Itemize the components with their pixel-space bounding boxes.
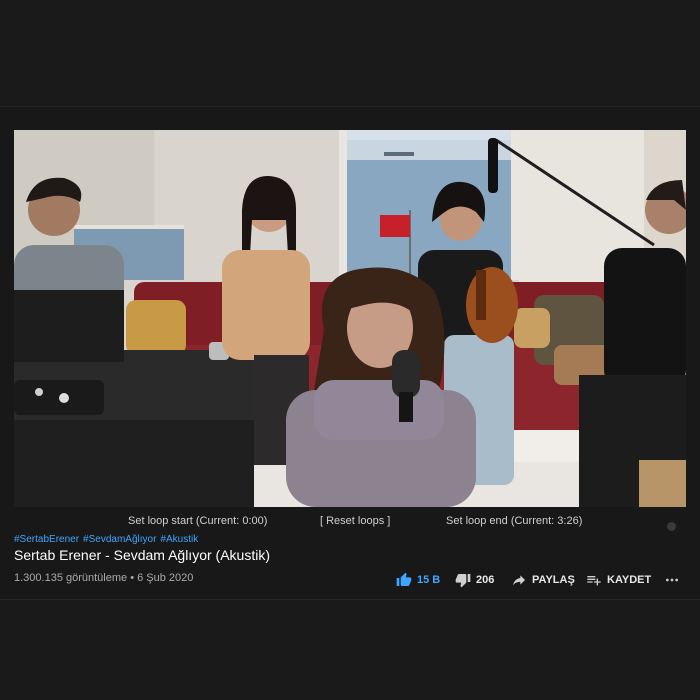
- share-arrow-icon: [513, 575, 525, 586]
- dislike-button[interactable]: 206: [455, 570, 494, 590]
- loop-indicator-dot: [667, 522, 676, 531]
- add-to-playlist-icon: [587, 576, 601, 586]
- hashtags: #SertabErener #SevdamAğlıyor #Akustik: [14, 534, 202, 545]
- upload-date: 6 Şub 2020: [137, 572, 194, 584]
- view-count-and-date: 1.300.135 görüntüleme • 6 Şub 2020: [14, 572, 194, 584]
- reset-loops-button[interactable]: [ Reset loops ]: [320, 515, 390, 527]
- like-button[interactable]: 15 B: [396, 570, 440, 590]
- view-count: 1.300.135 görüntüleme: [14, 572, 128, 584]
- save-button[interactable]: KAYDET: [586, 570, 651, 590]
- hashtag-link[interactable]: #SertabErener: [14, 534, 79, 545]
- more-horizontal-icon: [666, 578, 678, 582]
- share-button[interactable]: PAYLAŞ: [511, 570, 575, 590]
- thumbs-up-icon: [396, 572, 412, 586]
- loop-controls: Set loop start (Current: 0:00) [ Reset l…: [14, 512, 686, 532]
- like-count: 15 B: [417, 574, 441, 586]
- share-label: PAYLAŞ: [532, 574, 575, 586]
- set-loop-end-button[interactable]: Set loop end (Current: 3:26): [446, 515, 582, 527]
- thumbs-down-icon: [455, 574, 471, 588]
- hashtag-link[interactable]: #Akustik: [160, 534, 198, 545]
- set-loop-start-button[interactable]: Set loop start (Current: 0:00): [128, 515, 267, 527]
- video-player[interactable]: [14, 130, 686, 507]
- more-actions-button[interactable]: [664, 570, 680, 590]
- hashtag-link[interactable]: #SevdamAğlıyor: [83, 534, 156, 545]
- video-frame[interactable]: [14, 130, 686, 507]
- video-title: Sertab Erener - Sevdam Ağlıyor (Akustik): [14, 547, 270, 563]
- dislike-count: 206: [476, 574, 495, 586]
- save-label: KAYDET: [607, 574, 652, 586]
